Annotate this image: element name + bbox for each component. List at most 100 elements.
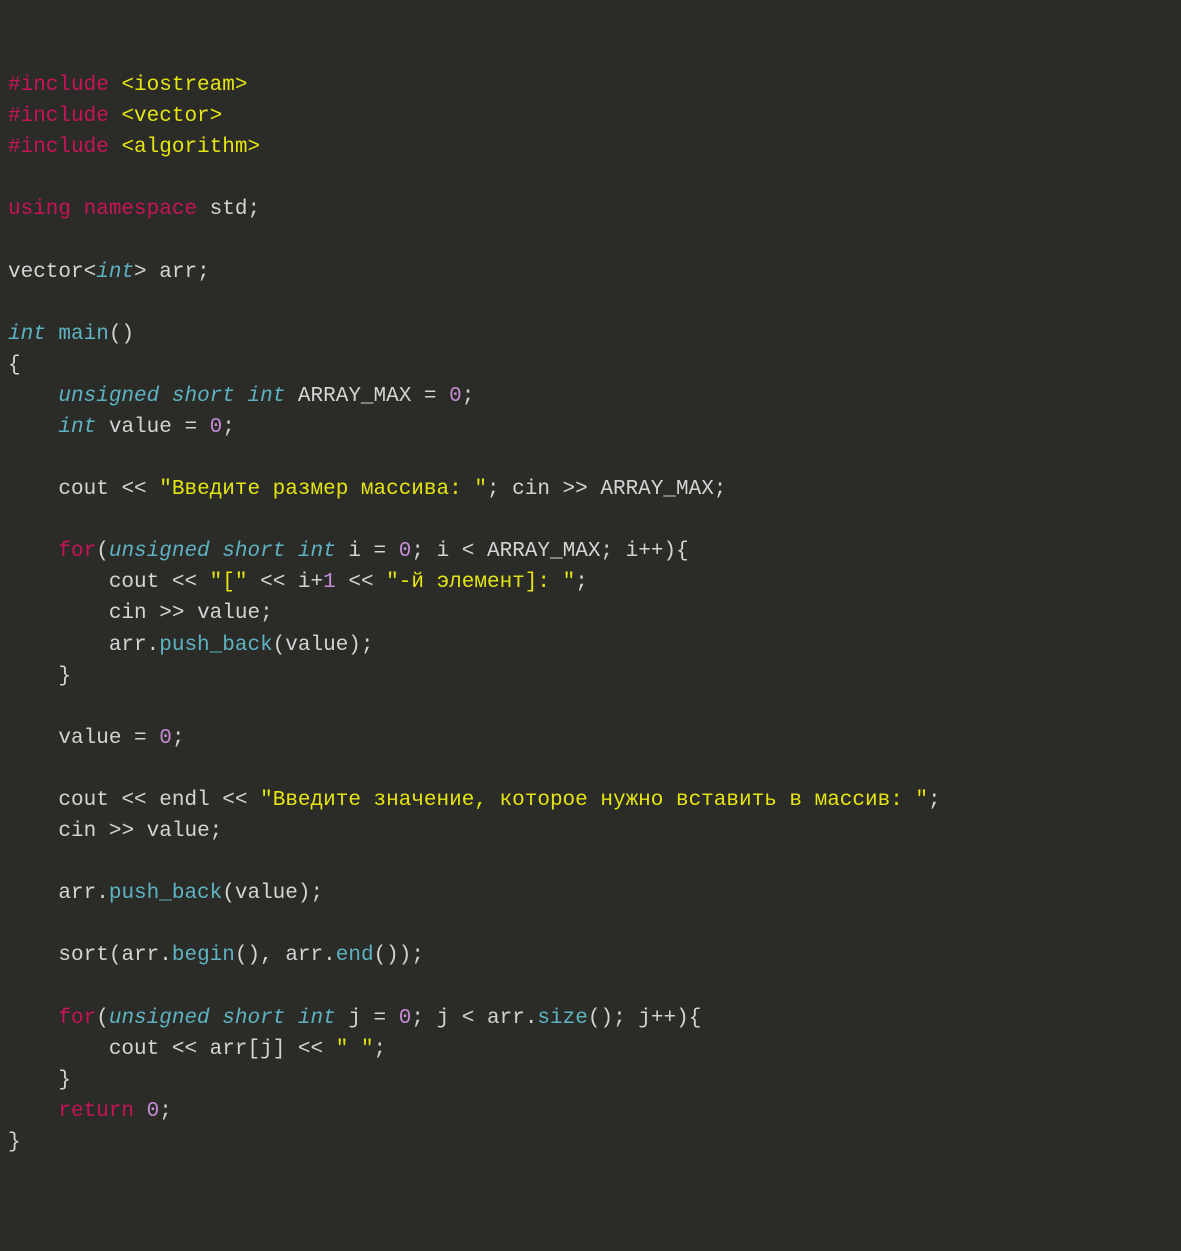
code-token	[159, 385, 172, 408]
code-line: #include <vector>	[8, 101, 1173, 132]
code-token: <<	[159, 571, 209, 594]
code-line	[8, 909, 1173, 940]
code-token: .	[159, 944, 172, 967]
code-token: sort	[58, 944, 108, 967]
code-token: push_back	[159, 634, 272, 657]
code-token	[8, 634, 109, 657]
code-line: #include <iostream>	[8, 70, 1173, 101]
code-token: ]	[273, 1038, 286, 1061]
code-token	[8, 571, 109, 594]
code-line: #include <algorithm>	[8, 132, 1173, 163]
code-token: <	[449, 1007, 487, 1030]
code-line: cout << endl << "Введите значение, котор…	[8, 785, 1173, 816]
code-token: .	[323, 944, 336, 967]
code-line: cout << "Введите размер массива: "; cin …	[8, 474, 1173, 505]
code-token: 0	[399, 540, 412, 563]
code-token	[147, 261, 160, 284]
code-token	[210, 1007, 223, 1030]
code-token	[109, 136, 122, 159]
code-token: int	[58, 416, 96, 439]
code-token	[8, 1069, 58, 1092]
code-token: size	[537, 1007, 587, 1030]
code-token	[285, 540, 298, 563]
code-token: ++	[638, 540, 663, 563]
code-token	[134, 1100, 147, 1123]
code-token: >>	[147, 602, 197, 625]
code-token	[235, 385, 248, 408]
code-token: int	[96, 261, 134, 284]
code-token: ARRAY_MAX	[487, 540, 600, 563]
code-token	[285, 1007, 298, 1030]
code-token: arr	[58, 882, 96, 905]
code-token	[626, 1007, 639, 1030]
code-token: );	[348, 634, 373, 657]
code-line: cout << "[" << i+1 << "-й элемент]: ";	[8, 567, 1173, 598]
code-line: cout << arr[j] << " ";	[8, 1034, 1173, 1065]
code-line	[8, 754, 1173, 785]
code-token: for	[58, 540, 96, 563]
code-line: }	[8, 661, 1173, 692]
code-token: <	[449, 540, 487, 563]
code-token: }	[58, 1069, 71, 1092]
code-token: ;	[613, 1007, 626, 1030]
code-token: cout	[109, 571, 159, 594]
code-line: int main()	[8, 319, 1173, 350]
code-token: value	[285, 634, 348, 657]
code-token: <<	[159, 1038, 209, 1061]
code-token: ,	[260, 944, 273, 967]
code-token: int	[298, 540, 336, 563]
code-token: (	[96, 1007, 109, 1030]
code-token: #include	[8, 74, 109, 97]
code-token: value	[58, 727, 121, 750]
code-token: ;	[714, 478, 727, 501]
code-token	[8, 727, 58, 750]
code-token: <	[84, 261, 97, 284]
code-token: 0	[210, 416, 223, 439]
code-token: .	[525, 1007, 538, 1030]
code-token: vector	[8, 261, 84, 284]
code-token	[273, 944, 286, 967]
code-line: cin >> value;	[8, 816, 1173, 847]
code-line: unsigned short int ARRAY_MAX = 0;	[8, 381, 1173, 412]
code-token	[8, 1038, 109, 1061]
code-token: ;	[575, 571, 588, 594]
code-token: ;	[487, 478, 500, 501]
code-token	[71, 198, 84, 221]
code-token: for	[58, 1007, 96, 1030]
code-token	[210, 540, 223, 563]
code-token: arr	[109, 634, 147, 657]
code-token: [	[247, 1038, 260, 1061]
code-token: cin	[109, 602, 147, 625]
code-token: arr	[210, 1038, 248, 1061]
code-token: <<	[109, 478, 159, 501]
code-token	[8, 665, 58, 688]
code-token: <<	[109, 789, 159, 812]
code-token: " "	[336, 1038, 374, 1061]
code-token	[8, 789, 58, 812]
code-token: int	[247, 385, 285, 408]
code-token: ()	[235, 944, 260, 967]
code-token: i	[298, 571, 311, 594]
code-token: ;	[411, 540, 424, 563]
code-token	[613, 540, 626, 563]
code-token: #include	[8, 105, 109, 128]
code-line	[8, 288, 1173, 319]
code-token: end	[336, 944, 374, 967]
code-token: .	[96, 882, 109, 905]
code-line	[8, 443, 1173, 474]
code-token	[336, 1007, 349, 1030]
code-line: value = 0;	[8, 723, 1173, 754]
code-token: push_back	[109, 882, 222, 905]
code-token: j	[638, 1007, 651, 1030]
code-token: );	[298, 882, 323, 905]
code-token	[46, 323, 59, 346]
code-token: }	[8, 1131, 21, 1154]
code-token: short	[222, 540, 285, 563]
code-token: using	[8, 198, 71, 221]
code-token	[109, 74, 122, 97]
code-token: 0	[449, 385, 462, 408]
code-token	[8, 602, 109, 625]
code-line: arr.push_back(value);	[8, 878, 1173, 909]
code-token: 0	[147, 1100, 160, 1123]
code-token: ;	[197, 261, 210, 284]
